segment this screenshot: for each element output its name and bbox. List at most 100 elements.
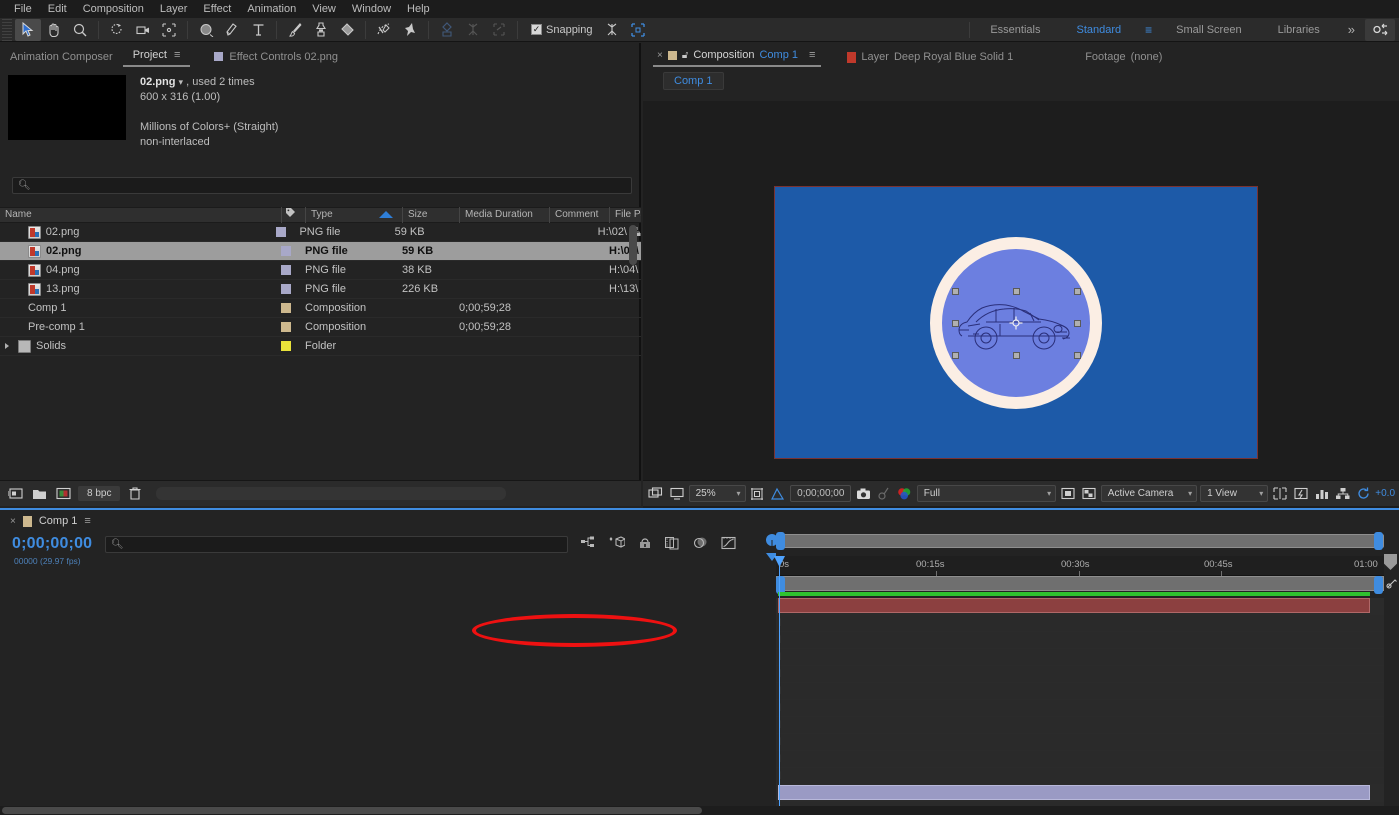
delete-icon[interactable]	[126, 486, 144, 502]
row-expander[interactable]	[0, 343, 14, 349]
project-row-6[interactable]: Solids Folder	[0, 337, 641, 356]
menu-item-layer[interactable]: Layer	[152, 0, 196, 18]
bit-depth-button[interactable]: 8 bpc	[78, 486, 121, 501]
label-swatch-cell[interactable]	[281, 284, 305, 294]
fast-previews-icon[interactable]	[1292, 485, 1310, 503]
column-media-duration[interactable]: Media Duration	[459, 207, 549, 223]
menu-item-effect[interactable]: Effect	[195, 0, 239, 18]
snapshot-icon[interactable]	[854, 485, 872, 503]
playhead-line[interactable]	[779, 556, 780, 815]
puppet-pin-tool[interactable]	[397, 19, 423, 41]
lock-icon[interactable]: 🔓︎	[682, 50, 688, 61]
tab-effect-controls[interactable]: Effect Controls 02.png	[204, 48, 348, 67]
eraser-tool[interactable]	[334, 19, 360, 41]
project-vertical-scrollbar[interactable]	[629, 225, 637, 520]
label-swatch[interactable]	[281, 322, 291, 332]
hand-tool[interactable]	[41, 19, 67, 41]
handle-bottom-right[interactable]	[1074, 351, 1081, 359]
zoom-level-select[interactable]: 25% ▾	[688, 485, 746, 502]
column-label-icon[interactable]	[281, 207, 305, 223]
workspace-libraries[interactable]: Libraries	[1260, 18, 1338, 42]
comp-duration-bar[interactable]	[776, 576, 1384, 591]
timeline-grid-row-0[interactable]	[776, 598, 1384, 615]
timeline-grid-row-2[interactable]: I	[776, 632, 1384, 649]
grid-guides-icon[interactable]	[749, 485, 767, 503]
3d-renderer-icon[interactable]	[1334, 485, 1352, 503]
label-swatch[interactable]	[275, 227, 286, 237]
draft-3d-icon[interactable]	[608, 534, 625, 551]
label-swatch-cell[interactable]	[281, 341, 305, 351]
tab-composition-comp1[interactable]: × 🔓︎ Composition Comp 1 ≡	[653, 46, 822, 67]
chevron-down-icon[interactable]: ▾	[1259, 489, 1263, 498]
always-preview-icon[interactable]	[647, 485, 665, 503]
snapping-toggle[interactable]: ✓ Snapping	[531, 24, 593, 36]
layer-bar-1[interactable]	[778, 598, 1370, 613]
menu-item-help[interactable]: Help	[399, 0, 438, 18]
project-row-1[interactable]: 02.png PNG file 59 KB H:\02\	[0, 242, 641, 261]
handle-bottom-center[interactable]	[1013, 351, 1020, 359]
snapping-checkbox[interactable]: ✓	[531, 24, 542, 35]
handle-bottom-left[interactable]	[952, 351, 959, 359]
new-composition-icon[interactable]	[54, 486, 72, 502]
close-icon[interactable]: ×	[657, 50, 663, 61]
selection-tool[interactable]	[15, 18, 41, 41]
graph-editor-icon[interactable]	[720, 534, 737, 551]
label-swatch[interactable]	[281, 246, 291, 256]
column-name[interactable]: Name	[0, 207, 281, 223]
timeline-grid-row-6[interactable]: I	[776, 700, 1384, 717]
menu-item-window[interactable]: Window	[344, 0, 399, 18]
viewer-timecode[interactable]: 0;00;00;00	[790, 485, 852, 502]
tab-layer[interactable]: Layer Deep Royal Blue Solid 1	[843, 48, 1019, 67]
project-row-5[interactable]: Pre-comp 1 Composition 0;00;59;28	[0, 318, 1399, 815]
region-preview-icon[interactable]	[1059, 485, 1077, 503]
panel-menu-icon[interactable]: ≡	[174, 49, 180, 61]
handle-top-left[interactable]	[952, 287, 959, 295]
label-swatch-cell[interactable]	[281, 246, 305, 256]
timeline-grid-row-9[interactable]: I	[776, 751, 1384, 768]
workspace-essentials[interactable]: Essentials	[972, 18, 1058, 42]
layer-bar-2[interactable]	[778, 785, 1370, 800]
project-row-0[interactable]: 02.png PNG file 59 KB H:\02\	[0, 223, 641, 242]
work-area-start-handle[interactable]	[776, 532, 785, 550]
project-row-2[interactable]: 04.png PNG file 38 KB H:\04\	[0, 261, 641, 280]
main-viewer-icon[interactable]	[668, 485, 686, 503]
new-folder-icon[interactable]	[30, 486, 48, 502]
sort-ascending-icon[interactable]	[365, 207, 402, 223]
comp-viewer-subtab[interactable]: Comp 1	[663, 72, 724, 90]
timeline-grid-row-11[interactable]	[776, 785, 1384, 802]
timeline-graph-icon[interactable]	[1313, 485, 1331, 503]
timeline-grid-row-1[interactable]: I	[776, 615, 1384, 632]
composition-mini-flowchart-icon[interactable]	[580, 534, 597, 551]
label-swatch-cell[interactable]	[281, 265, 305, 275]
pixel-aspect-correction-icon[interactable]	[1271, 485, 1289, 503]
timeline-search-input[interactable]: 🔍︎	[105, 536, 568, 553]
toolbar-grip[interactable]	[2, 18, 12, 41]
anchor-point-icon[interactable]	[1009, 316, 1023, 329]
timeline-graph-area[interactable]: 0s 00:15s 00:30s 00:45s 01:00 I I I I I	[774, 532, 1384, 815]
puppet-advanced-tool[interactable]	[486, 19, 512, 41]
handle-top-center[interactable]	[1013, 287, 1020, 295]
panel-menu-icon[interactable]: ≡	[809, 49, 815, 61]
column-type[interactable]: Type	[305, 207, 365, 223]
type-tool[interactable]	[245, 19, 271, 41]
chevron-down-icon[interactable]: ▾	[1188, 489, 1192, 498]
rotation-tool[interactable]	[104, 19, 130, 41]
menu-item-file[interactable]: File	[6, 0, 40, 18]
brush-tool[interactable]	[282, 19, 308, 41]
pan-behind-tool[interactable]	[156, 19, 182, 41]
puppet-overlap-tool[interactable]	[434, 19, 460, 41]
tab-project[interactable]: Project ≡	[122, 46, 191, 67]
puppet-starch-tool[interactable]	[460, 19, 486, 41]
clone-stamp-tool[interactable]	[308, 19, 334, 41]
work-area-end-handle[interactable]	[1374, 532, 1383, 550]
timeline-grid-row-8[interactable]: I	[776, 734, 1384, 751]
view-camera-select[interactable]: Active Camera ▾	[1100, 485, 1198, 502]
column-comment[interactable]: Comment	[549, 207, 609, 223]
label-swatch-cell[interactable]	[281, 303, 305, 313]
handle-middle-left[interactable]	[952, 319, 959, 327]
workspace-settings-icon[interactable]	[1365, 18, 1395, 41]
label-swatch-cell[interactable]	[275, 227, 300, 237]
scrollbar-thumb[interactable]	[629, 225, 637, 265]
pen-tool[interactable]	[219, 19, 245, 41]
handle-top-right[interactable]	[1074, 287, 1081, 295]
